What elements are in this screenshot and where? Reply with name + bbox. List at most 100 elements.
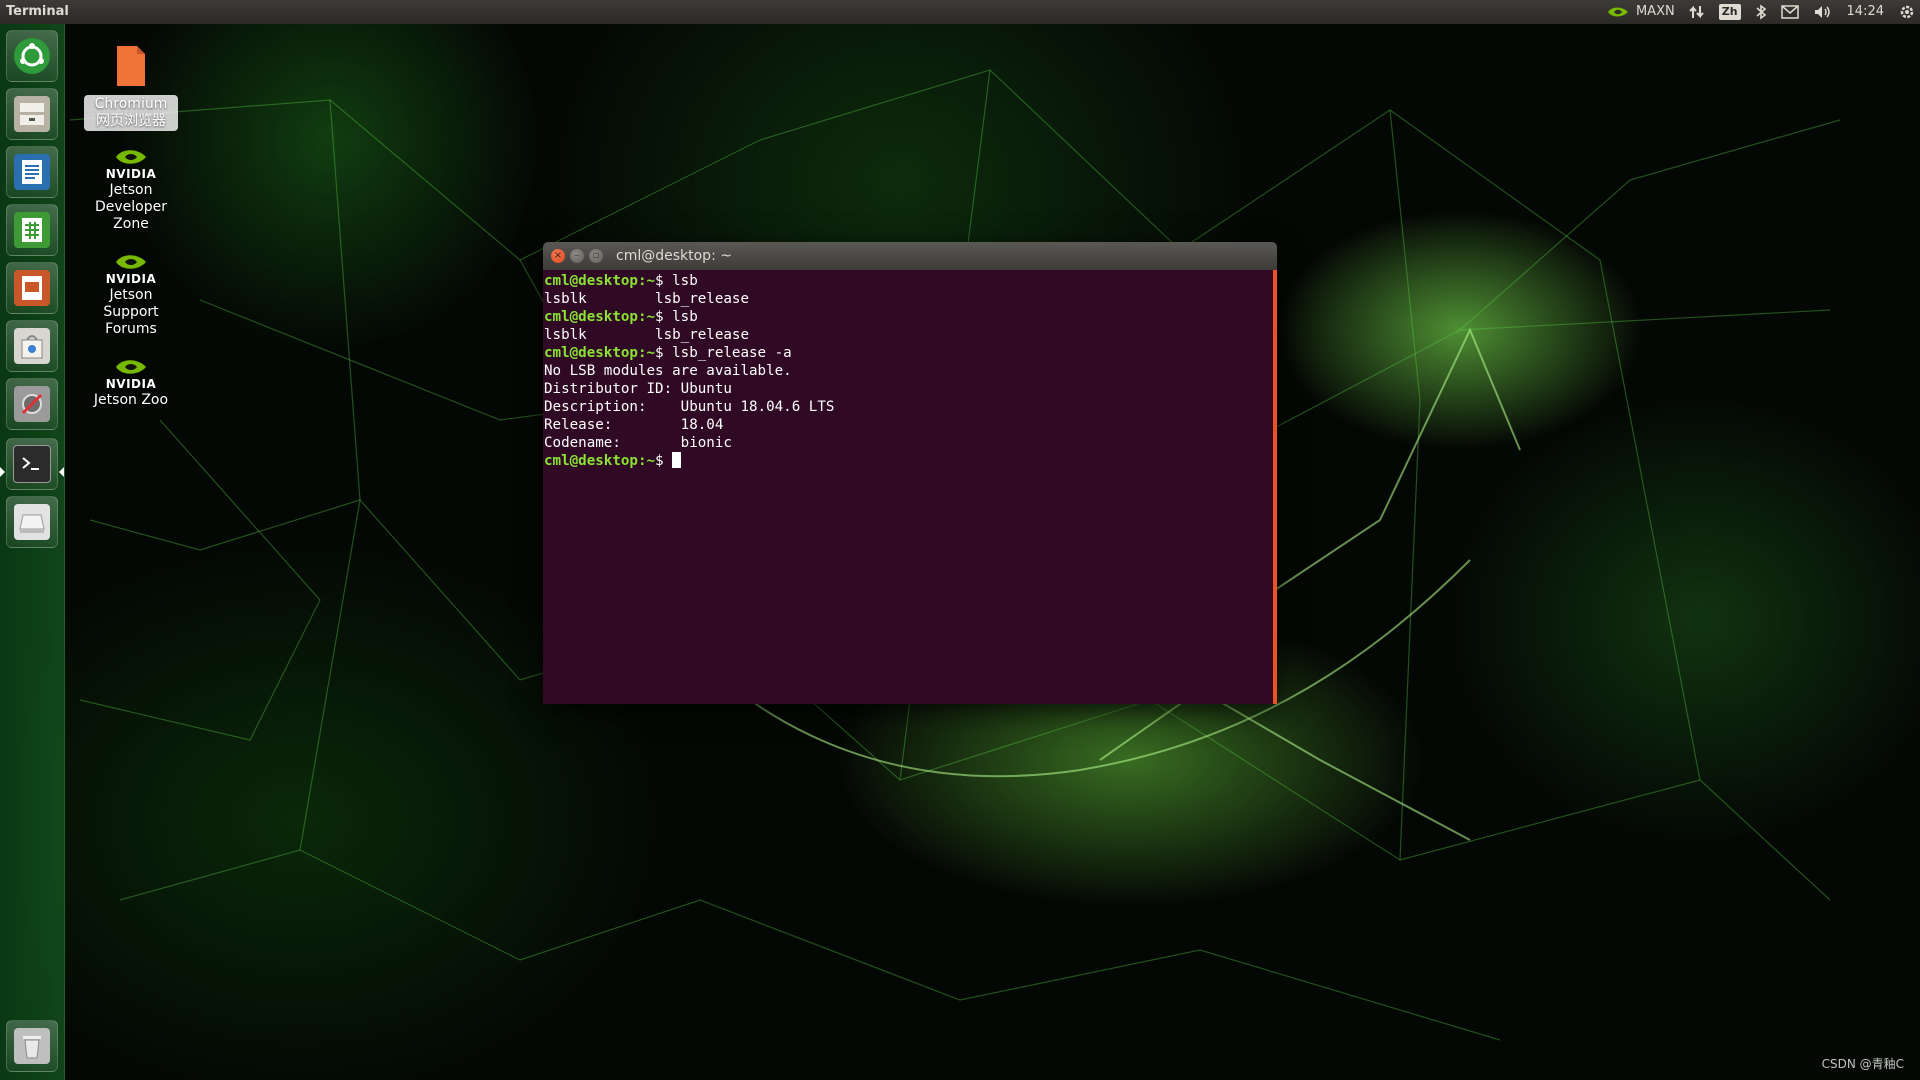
jsf-label-line-1: Jetson	[109, 287, 153, 303]
terminal-content-area[interactable]: cml@desktop:~$ lsb lsblk lsb_release cml@d…	[543, 270, 1273, 704]
terminal-line: cml@desktop:~$ lsb_release -a	[544, 344, 834, 362]
terminal-line-text: No LSB modules are available.	[544, 363, 792, 379]
nvidia-wordmark: NVIDIA	[105, 377, 157, 391]
sound-indicator[interactable]	[1813, 4, 1833, 20]
network-arrows-icon	[1689, 5, 1704, 19]
launcher-item-removable-drive[interactable]	[6, 496, 58, 548]
jsf-label-line-3: Forums	[105, 321, 157, 337]
nvidia-logo-icon: NVIDIA	[84, 251, 178, 285]
session-indicator[interactable]	[1898, 3, 1916, 21]
launcher-active-indicator	[0, 467, 5, 477]
launcher-item-terminal[interactable]	[6, 438, 58, 490]
envelope-icon	[1780, 5, 1799, 19]
desktop-icon-jetson-zoo[interactable]: NVIDIA Jetson Zoo	[84, 356, 178, 409]
desktop-icon-jetson-support-forums[interactable]: NVIDIA Jetson Support Forums	[84, 251, 178, 338]
maximize-icon: ▫	[592, 250, 600, 261]
launcher-item-trash[interactable]	[6, 1020, 58, 1072]
bluetooth-indicator[interactable]	[1755, 4, 1767, 20]
prompt-dollar: $	[655, 309, 673, 325]
jsf-label-line-2: Support	[103, 304, 159, 320]
launcher-item-libreoffice-impress[interactable]	[6, 262, 58, 314]
launcher-item-libreoffice-calc[interactable]	[6, 204, 58, 256]
jdz-label-line-2: Developer	[94, 199, 167, 215]
impress-presentation-icon	[14, 270, 50, 306]
prompt-dollar: $	[655, 345, 673, 361]
terminal-cursor	[672, 452, 682, 468]
terminal-prompt-icon	[13, 445, 51, 483]
unity-launcher	[0, 24, 65, 1080]
terminal-window[interactable]: × – ▫ cml@desktop: ~ cml@desktop:~$ lsb l…	[543, 242, 1277, 704]
messaging-indicator[interactable]	[1780, 5, 1799, 19]
terminal-window-title: cml@desktop: ~	[616, 248, 732, 264]
speaker-volume-icon	[1814, 6, 1830, 18]
desktop-icon-jetson-support-forums-label: Jetson Support Forums	[84, 287, 178, 338]
input-method-label: Zh	[1718, 4, 1741, 20]
launcher-item-libreoffice-writer[interactable]	[6, 146, 58, 198]
terminal-line-text: Codename: bionic	[544, 435, 732, 451]
window-maximize-button[interactable]: ▫	[589, 249, 603, 263]
terminal-prompt: cml@desktop:~	[544, 273, 656, 289]
terminal-line-text: Distributor ID: Ubuntu	[544, 381, 732, 397]
file-cabinet-icon	[14, 96, 50, 132]
input-method-indicator[interactable]: Zh	[1718, 4, 1741, 20]
watermark-text: CSDN @青釉C	[1821, 1057, 1904, 1071]
terminal-line-text: lsblk lsb_release	[544, 291, 749, 307]
terminal-titlebar[interactable]: × – ▫ cml@desktop: ~	[543, 242, 1277, 270]
launcher-item-system-settings[interactable]	[6, 378, 58, 430]
window-close-button[interactable]: ×	[551, 249, 565, 263]
terminal-line-text: Description: Ubuntu 18.04.6 LTS	[544, 399, 835, 415]
nvidia-logo-icon: NVIDIA	[84, 146, 178, 180]
chromium-file-icon	[84, 44, 178, 93]
indicator-area: MAXN Zh 14:24	[1606, 0, 1916, 24]
clock-indicator[interactable]: 14:24	[1847, 0, 1884, 24]
desktop-icon-chromium-label: Chromium 网页浏览器	[84, 95, 178, 131]
prompt-dollar: $	[655, 273, 673, 289]
terminal-prompt: cml@desktop:~	[544, 453, 656, 469]
gear-icon	[1900, 5, 1914, 19]
terminal-line: cml@desktop:~$ lsb	[544, 308, 834, 326]
desktop-icon-jetson-developer-zone[interactable]: NVIDIA Jetson Developer Zone	[84, 146, 178, 233]
jdz-label-line-1: Jetson	[109, 182, 153, 198]
terminal-line: No LSB modules are available.	[544, 362, 834, 380]
desktop-icon-chromium[interactable]: Chromium 网页浏览器	[84, 44, 178, 131]
terminal-line-text: lsb	[672, 309, 698, 325]
nvidia-wordmark: NVIDIA	[105, 272, 157, 286]
terminal-line: Description: Ubuntu 18.04.6 LTS	[544, 398, 834, 416]
drive-icon	[14, 504, 50, 540]
close-icon: ×	[553, 250, 563, 261]
nvidia-logo-icon: NVIDIA	[84, 356, 178, 390]
terminal-prompt: cml@desktop:~	[544, 345, 656, 361]
desktop-icon-jetson-developer-zone-label: Jetson Developer Zone	[84, 182, 178, 233]
nvidia-power-mode-indicator[interactable]: MAXN	[1606, 0, 1675, 24]
calc-spreadsheet-icon	[14, 212, 50, 248]
launcher-item-software-center[interactable]	[6, 320, 58, 372]
jdz-label-line-3: Zone	[113, 216, 149, 232]
launcher-item-files[interactable]	[6, 88, 58, 140]
desktop-icon-jetson-zoo-label: Jetson Zoo	[84, 392, 178, 409]
launcher-item-ubuntu-dash[interactable]	[6, 30, 58, 82]
jz-label-line-1: Jetson Zoo	[93, 392, 169, 408]
terminal-line: lsblk lsb_release	[544, 290, 834, 308]
terminal-line-text: Release: 18.04	[544, 417, 724, 433]
terminal-line: Release: 18.04	[544, 416, 834, 434]
terminal-line: Distributor ID: Ubuntu	[544, 380, 834, 398]
bluetooth-icon	[1756, 4, 1766, 20]
ubuntu-logo-icon	[14, 38, 50, 74]
wrench-screwdriver-icon	[14, 386, 50, 422]
nvidia-wordmark: NVIDIA	[105, 167, 157, 181]
terminal-output: cml@desktop:~$ lsb lsblk lsb_release cml@d…	[544, 272, 834, 470]
writer-document-icon	[14, 154, 50, 190]
window-minimize-button[interactable]: –	[570, 249, 584, 263]
terminal-scrollbar[interactable]	[1273, 270, 1277, 704]
launcher-focus-indicator	[59, 467, 64, 477]
trash-icon	[14, 1028, 50, 1064]
network-indicator[interactable]	[1689, 4, 1705, 20]
terminal-line: cml@desktop:~$ lsb	[544, 272, 834, 290]
terminal-line-text: lsblk lsb_release	[544, 327, 749, 343]
minimize-icon: –	[574, 250, 580, 261]
terminal-current-line: cml@desktop:~$	[544, 452, 834, 470]
terminal-prompt: cml@desktop:~	[544, 309, 656, 325]
clock-text: 14:24	[1846, 4, 1884, 19]
nvidia-eye-icon	[1607, 7, 1628, 17]
shopping-bag-icon	[14, 328, 50, 364]
